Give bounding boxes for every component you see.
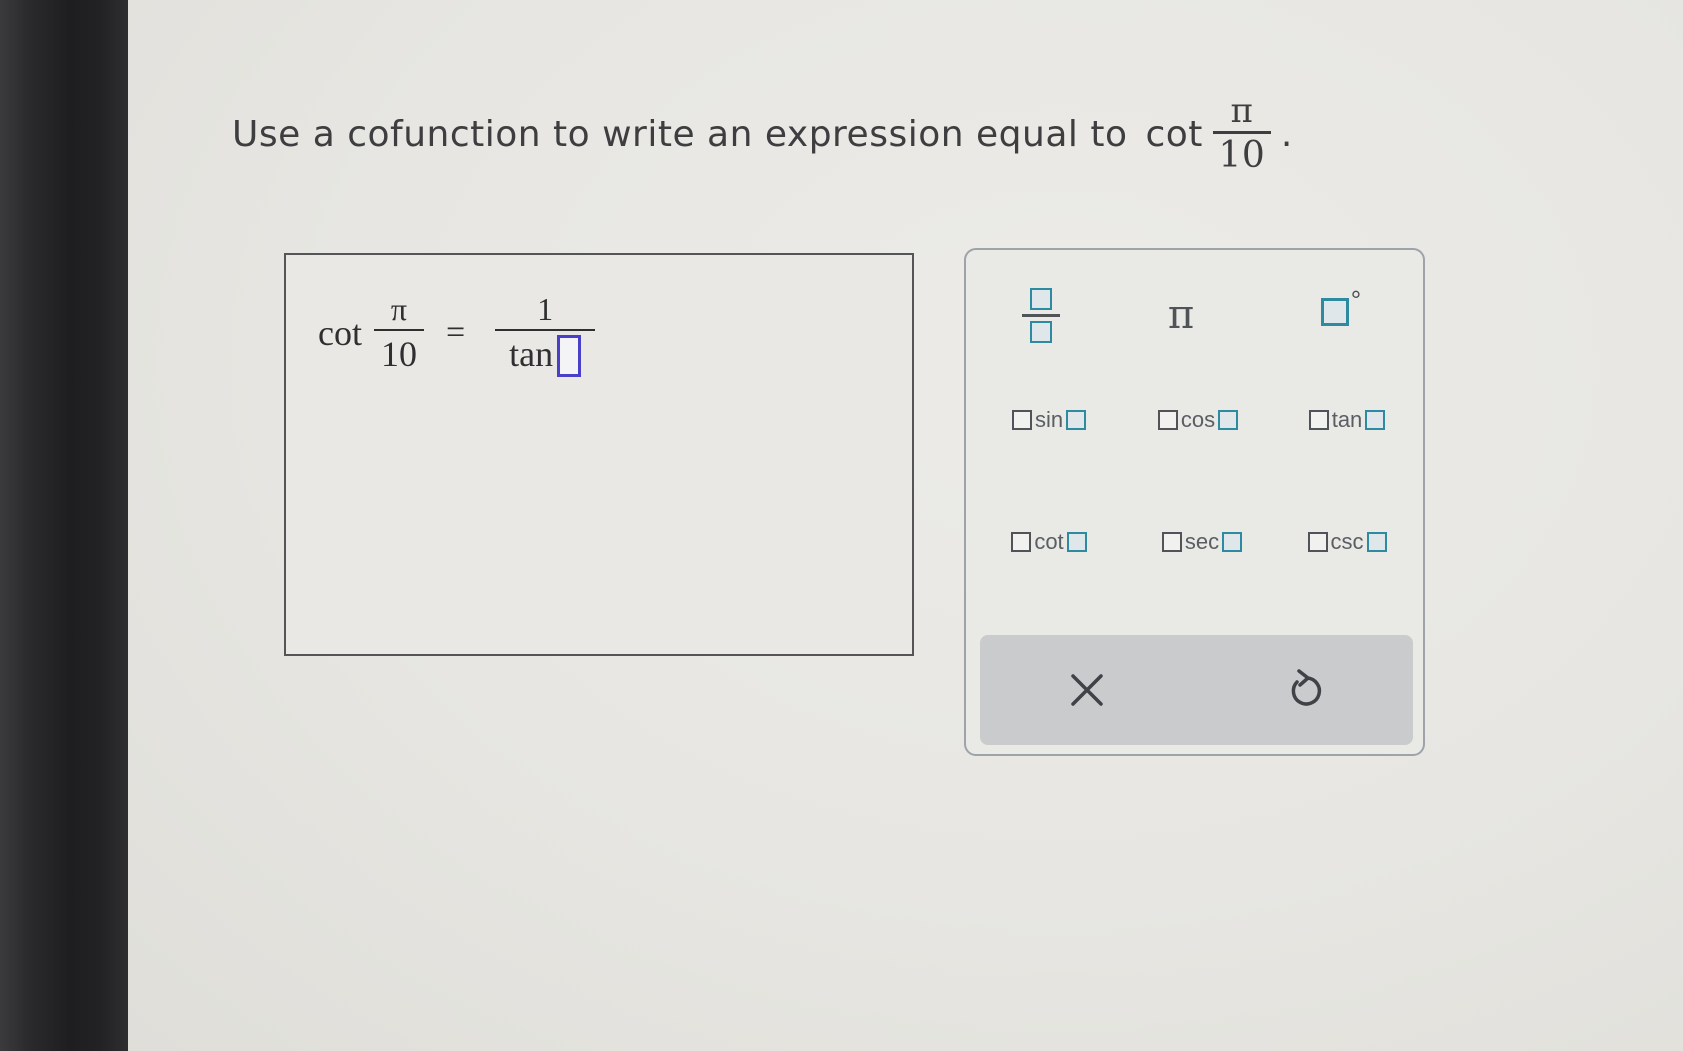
rhs-denominator: tan bbox=[509, 331, 582, 377]
clear-button[interactable] bbox=[1012, 635, 1162, 745]
pi-label: π bbox=[1167, 292, 1195, 338]
lhs-func: cot bbox=[318, 313, 362, 353]
cot-label: cot bbox=[1034, 529, 1064, 554]
argument-slot-icon bbox=[1222, 532, 1243, 552]
lhs-fraction: π 10 bbox=[373, 289, 424, 377]
cos-label: cos bbox=[1180, 407, 1216, 432]
question-prompt: Use a cofunction to write an expression … bbox=[232, 84, 1293, 184]
lhs-denominator: 10 bbox=[380, 334, 417, 374]
cos-button[interactable]: cos bbox=[1140, 400, 1256, 440]
degree-label: ° bbox=[1350, 284, 1362, 315]
monitor-bezel bbox=[0, 0, 128, 1051]
answer-input-area[interactable]: cot π 10 = 1 tan bbox=[284, 253, 914, 656]
argument-slot-icon bbox=[1218, 410, 1239, 430]
palette-action-bar bbox=[980, 635, 1413, 745]
degree-slot-icon bbox=[1320, 298, 1349, 326]
argument-slot-icon bbox=[1365, 410, 1386, 430]
argument-slot-icon bbox=[1066, 410, 1087, 430]
question-numerator: π bbox=[1230, 90, 1254, 131]
power-slot-icon bbox=[1161, 532, 1182, 552]
power-slot-icon bbox=[1157, 410, 1178, 430]
power-slot-icon bbox=[1011, 410, 1032, 430]
equals-sign: = bbox=[445, 314, 466, 351]
rhs-func: tan bbox=[509, 334, 554, 374]
degree-button[interactable]: ° bbox=[1306, 282, 1376, 342]
numerator-slot-icon bbox=[1030, 287, 1052, 310]
rhs-numerator: 1 bbox=[537, 291, 554, 327]
power-slot-icon bbox=[1308, 410, 1329, 430]
tan-button[interactable]: tan bbox=[1292, 400, 1402, 440]
question-fraction: π 10 bbox=[1212, 90, 1271, 178]
undo-button[interactable] bbox=[1230, 635, 1380, 745]
csc-label: csc bbox=[1330, 529, 1364, 554]
close-icon bbox=[1071, 674, 1103, 706]
question-text: Use a cofunction to write an expression … bbox=[232, 113, 1128, 155]
power-slot-icon bbox=[1011, 532, 1032, 552]
cot-button[interactable]: cot bbox=[994, 522, 1104, 562]
pi-button[interactable]: π bbox=[1146, 280, 1216, 350]
rhs-fraction: 1 tan bbox=[495, 289, 596, 377]
math-palette: π ° sin cos tan cot sec csc bbox=[964, 248, 1425, 756]
undo-icon bbox=[1291, 669, 1322, 706]
sin-button[interactable]: sin bbox=[994, 400, 1104, 440]
sec-label: sec bbox=[1184, 529, 1220, 554]
argument-slot-icon bbox=[1366, 532, 1387, 552]
power-slot-icon bbox=[1307, 532, 1328, 552]
denominator-slot-icon bbox=[1030, 320, 1052, 343]
lhs-numerator: π bbox=[390, 291, 408, 327]
question-period: . bbox=[1280, 113, 1293, 155]
argument-slot-icon bbox=[1066, 532, 1087, 552]
sin-label: sin bbox=[1034, 407, 1064, 432]
fraction-button[interactable] bbox=[1006, 278, 1076, 352]
fraction-bar-icon bbox=[1022, 313, 1060, 317]
answer-equation: cot π 10 = 1 tan bbox=[318, 289, 596, 377]
sec-button[interactable]: sec bbox=[1144, 522, 1260, 562]
question-denominator: 10 bbox=[1218, 134, 1266, 176]
csc-button[interactable]: csc bbox=[1292, 522, 1402, 562]
active-input-slot[interactable] bbox=[557, 335, 582, 377]
tan-label: tan bbox=[1331, 407, 1363, 432]
question-func: cot bbox=[1145, 113, 1203, 155]
